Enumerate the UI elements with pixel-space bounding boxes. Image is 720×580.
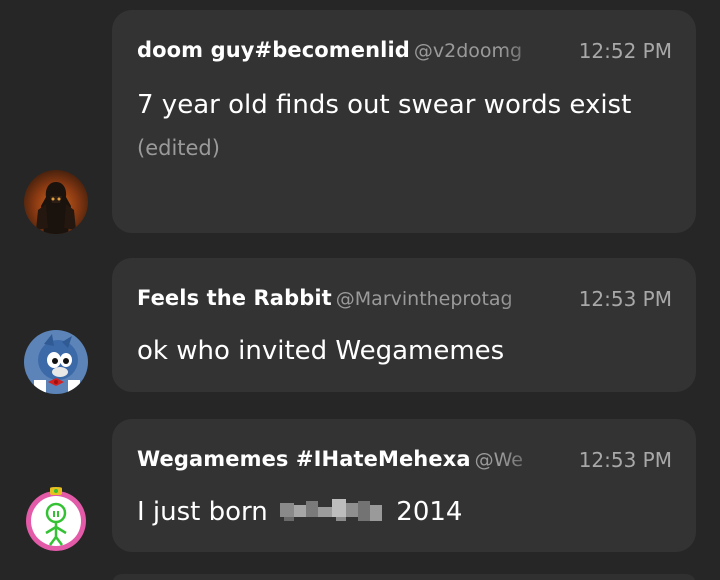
author-handle[interactable]: @We <box>475 449 523 471</box>
user-avatar[interactable] <box>24 170 88 234</box>
green-stick-figure-avatar-icon <box>26 487 86 551</box>
timestamp: 12:52 PM <box>578 39 672 63</box>
author-handle[interactable]: @Marvintheprotag <box>336 288 513 310</box>
next-message-bubble-edge <box>112 574 696 580</box>
blue-cartoon-bird-avatar-icon <box>24 330 88 394</box>
hooded-warrior-avatar-icon <box>24 170 88 234</box>
message-text-after: 2014 <box>396 497 463 527</box>
message-text: ok who invited Wegamemes <box>137 336 505 366</box>
author-handle[interactable]: @v2doomg <box>414 40 522 62</box>
author-name[interactable]: doom guy#becomenlid <box>137 38 410 62</box>
message-header: Feels the Rabbit @Marvintheprotag 12:53 P… <box>137 286 672 314</box>
message-text: I just born 2014 <box>137 491 672 533</box>
timestamp: 12:53 PM <box>578 287 672 311</box>
message-header: Wegamemes #IHateMehexa @We 12:53 PM <box>137 447 672 475</box>
edited-label: (edited) <box>137 136 220 160</box>
author-block: Feels the Rabbit @Marvintheprotag <box>137 286 552 310</box>
author-block: Wegamemes #IHateMehexa @We <box>137 447 552 471</box>
message-header: doom guy#becomenlid @v2doomg 12:52 PM <box>137 38 672 66</box>
user-avatar[interactable] <box>24 487 88 551</box>
author-name[interactable]: Wegamemes #IHateMehexa <box>137 447 471 471</box>
message-bubble: doom guy#becomenlid @v2doomg 12:52 PM 7 y… <box>112 10 696 233</box>
message-bubble: Wegamemes #IHateMehexa @We 12:53 PM I jus… <box>112 419 696 552</box>
censored-pixelation-icon <box>280 498 383 521</box>
message-text: 7 year old finds out swear words exist <box>137 90 632 120</box>
timestamp: 12:53 PM <box>578 448 672 472</box>
author-block: doom guy#becomenlid @v2doomg <box>137 38 552 62</box>
message-bubble: Feels the Rabbit @Marvintheprotag 12:53 P… <box>112 258 696 392</box>
author-name[interactable]: Feels the Rabbit <box>137 286 332 310</box>
user-avatar[interactable] <box>24 330 88 394</box>
message-text-before: I just born <box>137 497 268 527</box>
chat-feed: doom guy#becomenlid @v2doomg 12:52 PM 7 y… <box>0 0 720 580</box>
